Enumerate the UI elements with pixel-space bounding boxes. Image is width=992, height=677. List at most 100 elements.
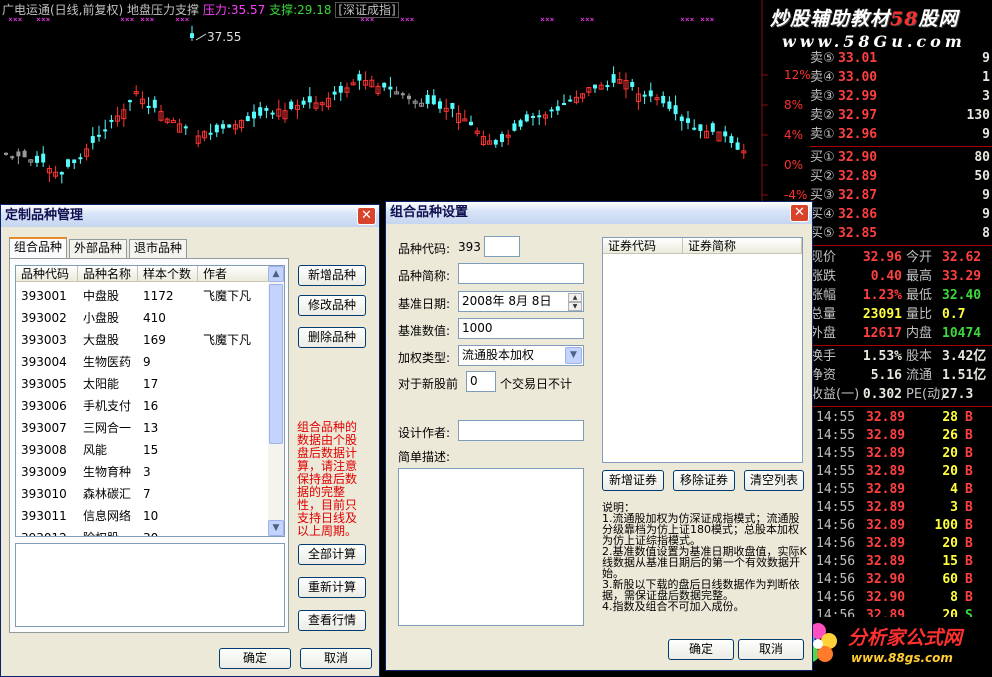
author-label: 设计作者: bbox=[398, 426, 451, 440]
col-sec-code[interactable]: 证券代码 bbox=[603, 238, 683, 254]
desc-label: 简单描述: bbox=[398, 450, 451, 464]
add-variety-button[interactable]: 新增品种 bbox=[298, 265, 366, 286]
pct-label-0: 0% bbox=[784, 158, 804, 172]
candle-body bbox=[214, 124, 219, 133]
peak-price-label: 37.55 bbox=[207, 30, 242, 44]
cancel-button[interactable]: 取消 bbox=[738, 639, 804, 660]
tab-external[interactable]: 外部品种 bbox=[69, 239, 128, 258]
item-name: 三网合一 bbox=[83, 421, 132, 435]
candle-body bbox=[264, 108, 269, 111]
date-spin-down[interactable]: ▼ bbox=[568, 302, 582, 311]
tick-row: 14:55 32.89 20 B bbox=[810, 463, 992, 481]
dialog-titlebar[interactable]: 定制品种管理 ✕ bbox=[1, 205, 379, 227]
stat-row: 总量 23091 量比 0.7 bbox=[810, 306, 992, 324]
kline-chart[interactable]: ××× ××× ××× ××× ××× ××× ××× ××× ××× ××× ××× 广电运通(日… bbox=[0, 0, 768, 210]
col-sec-name[interactable]: 证券简称 bbox=[683, 238, 802, 254]
ok-button[interactable]: 确定 bbox=[219, 648, 291, 669]
item-count: 10 bbox=[143, 509, 159, 523]
candle-body bbox=[301, 100, 306, 105]
desc-textarea[interactable] bbox=[398, 468, 584, 626]
author-input[interactable] bbox=[458, 420, 584, 441]
scroll-thumb[interactable] bbox=[269, 284, 283, 444]
candle-body bbox=[357, 74, 362, 81]
new-stock-days-input[interactable]: 0 bbox=[466, 371, 496, 392]
edit-variety-button[interactable]: 修改品种 bbox=[298, 295, 366, 316]
item-name: 中盘股 bbox=[83, 289, 120, 303]
recalc-button[interactable]: 重新计算 bbox=[298, 577, 366, 598]
candle-body bbox=[642, 94, 647, 97]
new-stock-label: 对于新股前 bbox=[398, 377, 459, 391]
cancel-button[interactable]: 取消 bbox=[300, 648, 372, 669]
list-scrollbar[interactable]: ▲ ▼ bbox=[268, 266, 284, 536]
list-item[interactable]: 393010 森林碳汇 7 bbox=[16, 483, 278, 505]
order-price: 32.86 bbox=[838, 207, 878, 222]
tab-combo[interactable]: 组合品种 bbox=[9, 237, 68, 259]
col-code[interactable]: 品种代码 bbox=[16, 266, 78, 282]
list-item[interactable]: 393007 三网合一 13 bbox=[16, 417, 278, 439]
divider bbox=[810, 146, 992, 147]
close-button[interactable]: ✕ bbox=[357, 207, 376, 225]
quote-panel: 卖⑤ 33.01 9 卖④ 33.00 1 卖③ 32.99 3 卖② 32.97 130 卖① 32.9… bbox=[810, 0, 992, 677]
candle-body bbox=[630, 82, 635, 87]
tick-volume: 15 bbox=[942, 554, 958, 569]
code-label: 品种代码: bbox=[398, 242, 451, 256]
list-item[interactable]: 393005 太阳能 17 bbox=[16, 373, 278, 395]
stock-title: 广电运通(日线,前复权) bbox=[2, 3, 124, 17]
tab-delisted[interactable]: 退市品种 bbox=[129, 239, 188, 258]
list-item[interactable]: 393003 大盘股 169 飞魔下凡 bbox=[16, 329, 278, 351]
list-item[interactable]: 393001 中盘股 1172 飞魔下凡 bbox=[16, 285, 278, 307]
code-input[interactable] bbox=[484, 236, 520, 257]
add-security-button[interactable]: 新增证券 bbox=[602, 470, 664, 491]
dialog-titlebar[interactable]: 组合品种设置 ✕ bbox=[386, 202, 812, 224]
description-box[interactable] bbox=[15, 543, 285, 627]
candle-body bbox=[611, 74, 616, 83]
candle-body bbox=[605, 85, 610, 88]
order-volume: 9 bbox=[982, 51, 990, 66]
col-count[interactable]: 样本个数 bbox=[138, 266, 198, 282]
ok-button[interactable]: 确定 bbox=[668, 639, 734, 660]
item-code: 393009 bbox=[21, 465, 67, 479]
close-button[interactable]: ✕ bbox=[790, 204, 809, 222]
stat-value: 32.96 bbox=[862, 250, 902, 265]
stat-row: 涨跌 0.40 最高 33.29 bbox=[810, 268, 992, 286]
clear-list-button[interactable]: 清空列表 bbox=[744, 470, 804, 491]
date-spin-up[interactable]: ▲ bbox=[568, 293, 582, 302]
candle-body bbox=[208, 132, 213, 135]
support-label: 支撑: bbox=[269, 3, 298, 17]
list-item[interactable]: 393008 风能 15 bbox=[16, 439, 278, 461]
remove-security-button[interactable]: 移除证券 bbox=[673, 470, 735, 491]
signal-marker: ××× bbox=[400, 15, 415, 24]
scroll-up-button[interactable]: ▲ bbox=[268, 266, 284, 282]
order-price: 33.01 bbox=[838, 51, 878, 66]
tick-price: 32.89 bbox=[866, 500, 906, 515]
security-list[interactable]: 证券代码 证券简称 bbox=[602, 237, 803, 463]
tick-side: B bbox=[965, 464, 973, 479]
chevron-down-icon[interactable]: ▼ bbox=[565, 347, 582, 364]
view-quote-button[interactable]: 查看行情 bbox=[298, 610, 366, 631]
order-volume: 9 bbox=[982, 207, 990, 222]
col-author[interactable]: 作者 bbox=[198, 266, 278, 282]
ask-row: 卖② 32.97 130 bbox=[810, 107, 992, 125]
variety-list[interactable]: 品种代码 品种名称 样本个数 作者 393001 中盘股 1172 飞魔下凡 39300… bbox=[15, 265, 285, 537]
tick-side: B bbox=[965, 518, 973, 533]
base-date-picker[interactable]: 2008年 8月 8日 ▲ ▼ bbox=[458, 291, 584, 312]
col-name[interactable]: 品种名称 bbox=[78, 266, 138, 282]
short-name-input[interactable] bbox=[458, 263, 584, 284]
item-count: 9 bbox=[143, 355, 151, 369]
list-item[interactable]: 393006 手机支付 16 bbox=[16, 395, 278, 417]
list-item[interactable]: 393012 除权股 30 bbox=[16, 527, 278, 536]
delete-variety-button[interactable]: 删除品种 bbox=[298, 327, 366, 348]
weight-type-label: 加权类型: bbox=[398, 351, 451, 365]
calc-all-button[interactable]: 全部计算 bbox=[298, 544, 366, 565]
list-item[interactable]: 393009 生物育种 3 bbox=[16, 461, 278, 483]
base-value-input[interactable]: 1000 bbox=[458, 318, 584, 339]
list-item[interactable]: 393002 小盘股 410 bbox=[16, 307, 278, 329]
item-code: 393006 bbox=[21, 399, 67, 413]
weight-type-select[interactable]: 流通股本加权 ▼ bbox=[458, 345, 584, 366]
scroll-down-button[interactable]: ▼ bbox=[268, 520, 284, 536]
list-item[interactable]: 393011 信息网络 10 bbox=[16, 505, 278, 527]
candle-body bbox=[128, 100, 132, 103]
candle-body bbox=[4, 152, 8, 155]
list-item[interactable]: 393004 生物医药 9 bbox=[16, 351, 278, 373]
item-name: 信息网络 bbox=[83, 509, 132, 523]
